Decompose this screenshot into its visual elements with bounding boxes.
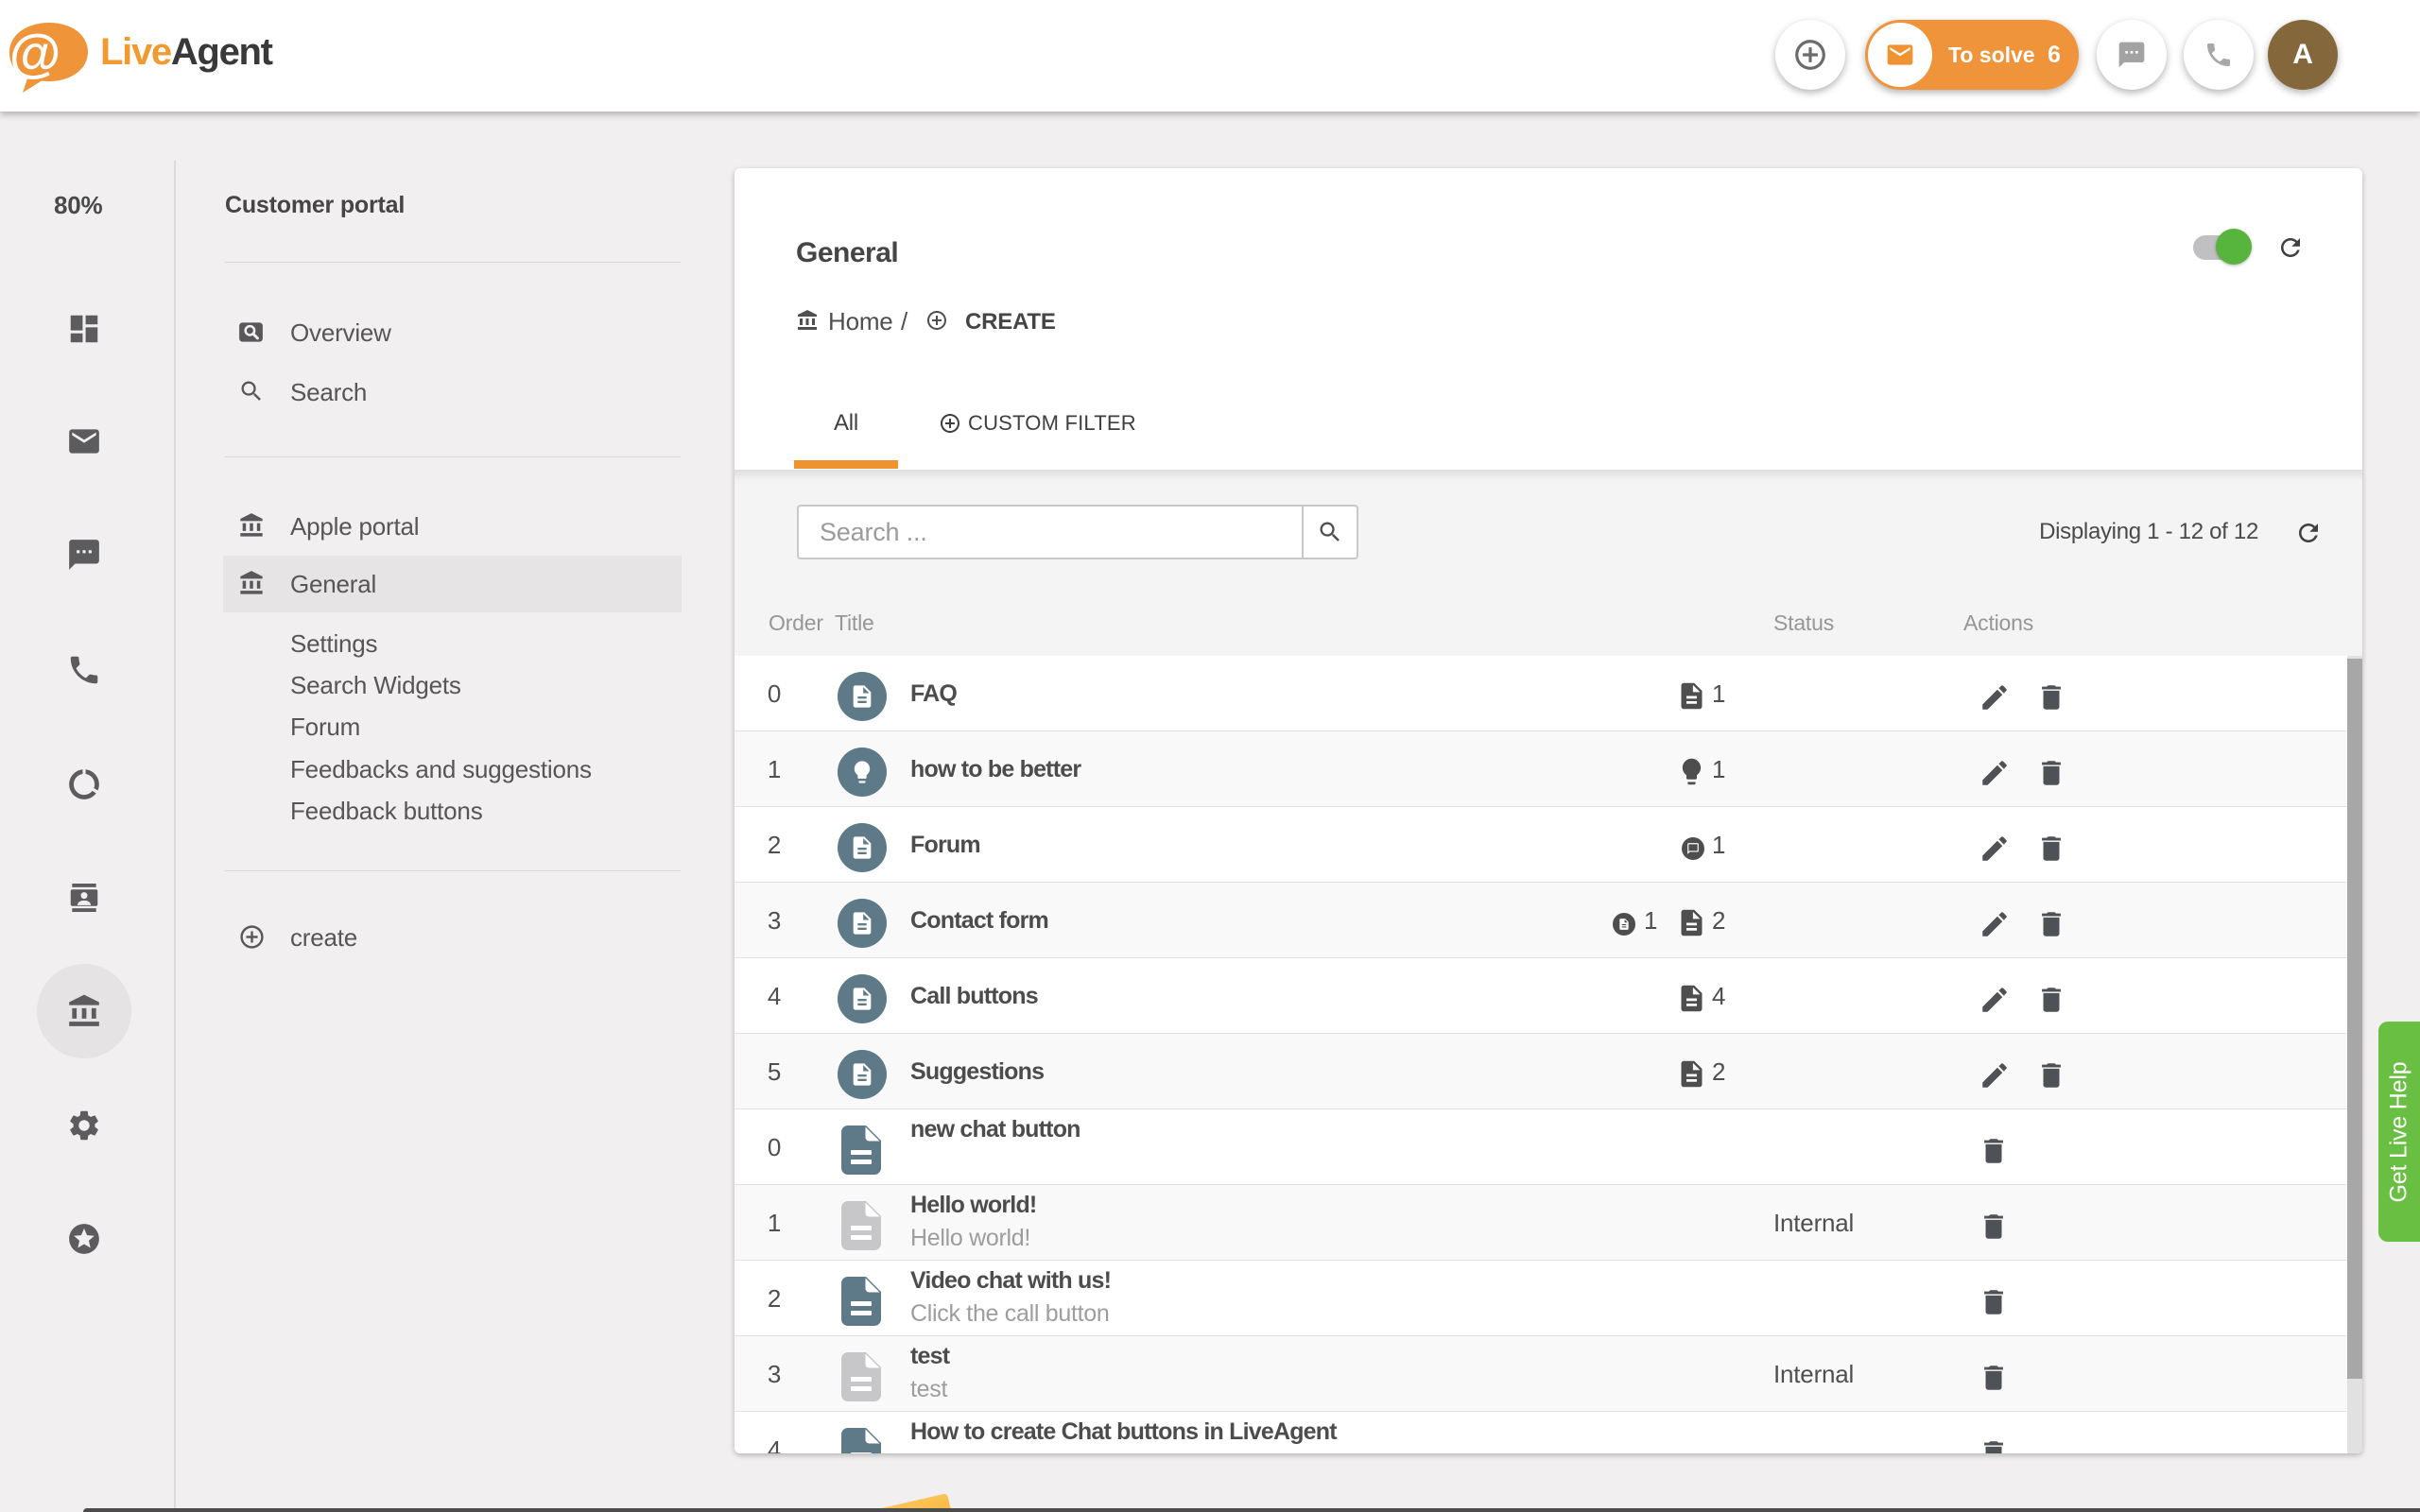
svg-text:@: @ [9, 23, 60, 82]
